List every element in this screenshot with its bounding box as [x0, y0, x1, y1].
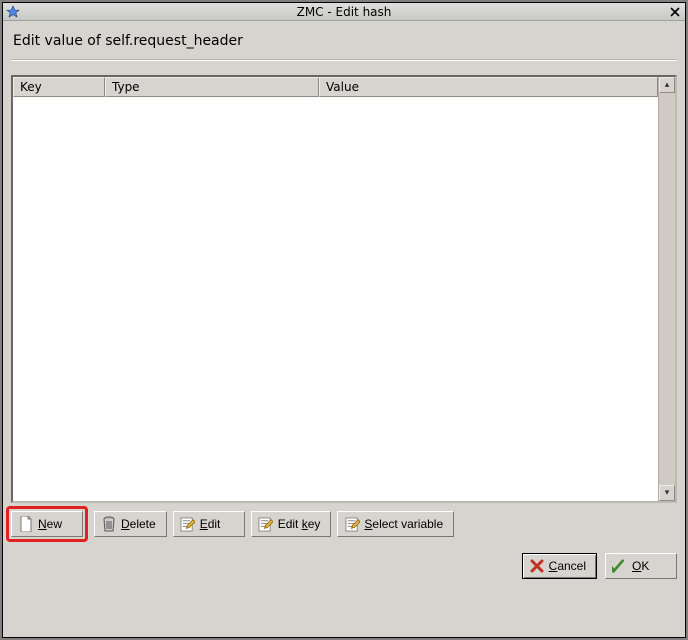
highlight-new: New — [6, 506, 88, 542]
new-button-label: New — [38, 517, 62, 531]
delete-button-label: Delete — [121, 517, 156, 531]
cancel-icon — [529, 558, 545, 574]
table-header: Key Type Value — [13, 77, 658, 97]
window-title: ZMC - Edit hash — [21, 5, 667, 19]
client-area: Edit value of self.request_header Key Ty… — [3, 21, 685, 637]
dialog-window: ZMC - Edit hash Edit value of self.reque… — [2, 2, 686, 638]
dialog-heading: Edit value of self.request_header — [11, 29, 677, 59]
delete-button[interactable]: Delete — [94, 511, 167, 537]
column-value[interactable]: Value — [319, 77, 658, 97]
close-icon[interactable] — [667, 4, 683, 20]
scroll-up-icon[interactable]: ▴ — [659, 77, 675, 93]
action-row: New Delete — [11, 511, 677, 537]
vertical-scrollbar[interactable]: ▴ ▾ — [658, 77, 675, 501]
edit-icon — [180, 516, 196, 532]
cancel-button-label: Cancel — [549, 559, 586, 573]
column-type[interactable]: Type — [105, 77, 319, 97]
separator — [11, 59, 677, 61]
ok-button-label: OK — [632, 559, 649, 573]
app-icon — [5, 4, 21, 20]
edit-key-button-label: Edit key — [278, 517, 321, 531]
scroll-down-icon[interactable]: ▾ — [659, 485, 675, 501]
select-variable-icon — [344, 516, 360, 532]
trash-icon — [101, 516, 117, 532]
edit-key-button[interactable]: Edit key — [251, 511, 332, 537]
edit-button-label: Edit — [200, 517, 221, 531]
hash-table-container: Key Type Value ▴ ▾ — [11, 75, 677, 503]
cancel-button[interactable]: Cancel — [522, 553, 597, 579]
select-variable-button[interactable]: Select variable — [337, 511, 454, 537]
new-button[interactable]: New — [11, 511, 83, 537]
scroll-track[interactable] — [659, 93, 675, 485]
ok-icon — [612, 558, 628, 574]
select-variable-button-label: Select variable — [364, 517, 443, 531]
titlebar[interactable]: ZMC - Edit hash — [3, 3, 685, 21]
table-body[interactable] — [13, 97, 658, 501]
ok-button[interactable]: OK — [605, 553, 677, 579]
dialog-footer: Cancel OK — [11, 553, 677, 579]
column-key[interactable]: Key — [13, 77, 105, 97]
edit-button[interactable]: Edit — [173, 511, 245, 537]
document-icon — [18, 516, 34, 532]
edit-key-icon — [258, 516, 274, 532]
hash-table[interactable]: Key Type Value — [13, 77, 658, 501]
